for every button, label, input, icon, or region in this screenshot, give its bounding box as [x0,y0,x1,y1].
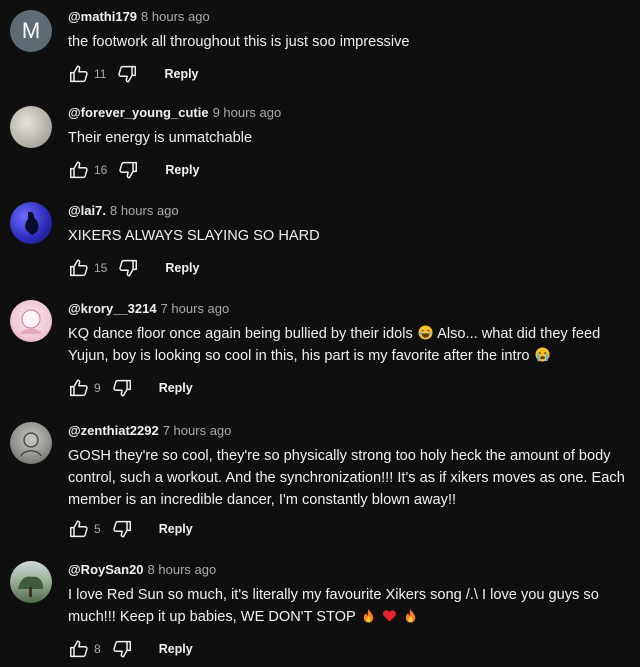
character-avatar-icon [20,309,42,334]
fire-emoji-icon [363,608,373,623]
comment-header: @mathi179 8 hours ago [68,8,632,26]
comment-text: Their energy is unmatchable [68,130,253,146]
thumbs-down-icon[interactable] [111,638,133,660]
avatar-letter: M [21,18,41,43]
comment-actions: 15 Reply [68,256,199,280]
avatar[interactable] [10,300,52,342]
avatar[interactable] [10,106,52,148]
author-handle[interactable]: @mathi179 [68,9,137,24]
comment-header: @krory__3214 7 hours ago [68,300,632,318]
fire-emoji-icon [405,608,415,623]
comment-thread: @forever_young_cutie 9 hours ago Their en… [0,104,640,194]
comment-actions: 8 Reply [68,637,193,661]
comment-thread: M @mathi179 8 hours ago the footwork all … [0,6,640,96]
like-count: 5 [94,522,101,536]
thumbs-up-icon[interactable] [68,159,90,181]
thumbs-up-icon[interactable] [68,377,90,399]
like-count: 11 [94,67,107,81]
comment-text-part: I love Red Sun so much, it's literally m… [68,587,599,625]
reply-button[interactable]: Reply [164,67,198,81]
comment-timestamp[interactable]: 8 hours ago [148,562,217,577]
author-handle[interactable]: @forever_young_cutie [68,105,209,120]
author-handle[interactable]: @krory__3214 [68,301,157,316]
avatar[interactable] [10,422,52,464]
author-handle[interactable]: @RoySan20 [68,562,144,577]
comment-text: GOSH they're so cool, they're so physica… [68,448,625,508]
red-heart-emoji-icon [382,610,396,622]
comment-text: I love Red Sun so much, it's literally m… [68,584,632,628]
comment-thread: @lai7. 8 hours ago XIKERS ALWAYS SLAYING … [0,202,640,292]
comment-text-part: KQ dance floor once again being bullied … [68,326,413,342]
comment-timestamp[interactable]: 9 hours ago [213,105,282,120]
comment-text: the footwork all throughout this is just… [68,34,410,50]
silhouette-icon [25,211,39,235]
author-handle[interactable]: @zenthiat2292 [68,423,159,438]
comment-text: XIKERS ALWAYS SLAYING SO HARD [68,228,320,244]
like-count: 15 [94,261,108,275]
avatar[interactable] [10,561,52,603]
reply-button[interactable]: Reply [159,642,193,656]
avatar[interactable] [10,202,52,244]
thumbs-down-icon[interactable] [111,377,133,399]
thumbs-up-icon[interactable] [68,518,90,540]
thumbs-up-icon[interactable] [68,63,90,85]
like-count: 9 [94,381,101,395]
comment-header: @lai7. 8 hours ago [68,202,632,220]
thumbs-down-icon[interactable] [111,518,133,540]
comment-actions: 9 Reply [68,376,193,400]
thumbs-down-icon[interactable] [116,63,138,85]
comment-actions: 16 Reply [68,158,199,182]
comment-timestamp[interactable]: 7 hours ago [161,301,230,316]
comment-thread: @zenthiat2292 7 hours ago GOSH they're so… [0,422,640,552]
crying-emoji-icon [535,347,550,362]
comment-thread: @RoySan20 8 hours ago I love Red Sun so m… [0,561,640,667]
tree-landscape-icon [18,576,44,597]
comment-header: @forever_young_cutie 9 hours ago [68,104,632,122]
comment-timestamp[interactable]: 8 hours ago [141,9,210,24]
like-count: 16 [94,163,108,177]
author-handle[interactable]: @lai7. [68,203,106,218]
comment-text: KQ dance floor once again being bullied … [68,323,632,367]
comment-actions: 5 Reply [68,517,193,541]
laughing-emoji-icon [418,325,433,340]
comment-header: @zenthiat2292 7 hours ago [68,422,632,440]
reply-button[interactable]: Reply [165,261,199,275]
comment-timestamp[interactable]: 8 hours ago [110,203,179,218]
reply-button[interactable]: Reply [159,381,193,395]
comment-thread: @krory__3214 7 hours ago KQ dance floor o… [0,300,640,412]
comment-header: @RoySan20 8 hours ago [68,561,632,579]
reply-button[interactable]: Reply [165,163,199,177]
comment-timestamp[interactable]: 7 hours ago [163,423,232,438]
sketch-avatar-icon [20,432,42,457]
thumbs-down-icon[interactable] [117,257,139,279]
thumbs-down-icon[interactable] [117,159,139,181]
thumbs-up-icon[interactable] [68,257,90,279]
avatar[interactable]: M [10,10,52,52]
thumbs-up-icon[interactable] [68,638,90,660]
comment-actions: 11 Reply [68,62,199,86]
reply-button[interactable]: Reply [159,522,193,536]
like-count: 8 [94,642,101,656]
